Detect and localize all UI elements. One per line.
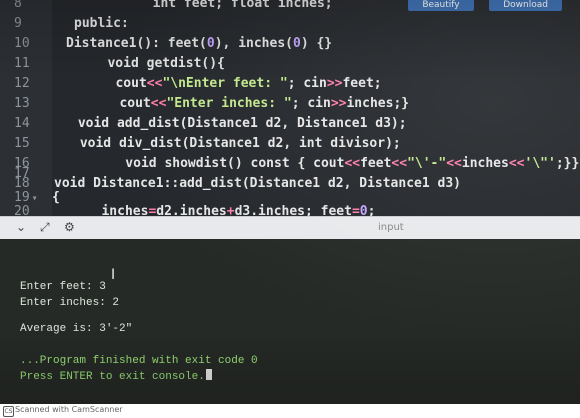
code-token: inches;} [346, 96, 410, 111]
line-number: 12 [14, 76, 30, 91]
code-token: ) {} [300, 36, 333, 51]
code-token: inches [78, 204, 149, 216]
line-number: 20 [14, 204, 30, 216]
line-number: 13 [14, 96, 30, 111]
line-number: 11 [14, 56, 30, 71]
code-token: ; [367, 204, 376, 216]
console-line: Average is: 3'-2" [20, 323, 133, 335]
code-token: 0 [293, 36, 301, 51]
code-token: d2.inches [156, 204, 227, 216]
code-token: >> [330, 96, 347, 111]
code-token: Distance1(): feet( [66, 36, 207, 51]
exit-prompt-text: Press ENTER to exit console. [20, 371, 205, 383]
code-token: ; cin [291, 96, 331, 111]
code-text: cout<<"Enter inches: "; cin>>inches;} [96, 94, 409, 114]
code-text: cout<<"\nEnter feet: "; cin>>feet; [92, 74, 382, 94]
line-number: 14 [14, 116, 30, 131]
scanner-watermark: Scanned with CamScanner [15, 405, 123, 414]
input-tab-label[interactable]: input [378, 222, 404, 233]
code-text: Distance1(): feet(0), inches(0) {} [66, 34, 332, 54]
code-token: >> [326, 76, 343, 91]
code-line[interactable]: 13 cout<<"Enter inches: "; cin>>inches;} [0, 94, 580, 114]
code-token: ), inches( [214, 36, 293, 51]
code-token: feet; [342, 76, 382, 91]
code-line[interactable]: 10 Distance1(): feet(0), inches(0) {} [0, 34, 580, 54]
code-line[interactable]: 12 cout<<"\nEnter feet: "; cin>>feet; [0, 74, 580, 94]
scanner-footer: CS Scanned with CamScanner [0, 404, 580, 418]
code-token: void div_dist(Distance1 d2, int divisor)… [72, 136, 401, 151]
code-token: d3.inches; feet [234, 204, 352, 216]
code-token: ; cin [287, 76, 327, 91]
code-token: void getdist(){ [84, 56, 225, 71]
code-line[interactable]: 11 void getdist(){ [0, 54, 580, 74]
screen: Beautify Download 8 int feet; float inch… [0, 0, 580, 418]
console-cursor [205, 369, 212, 380]
camscanner-logo-icon: CS [3, 406, 14, 417]
text-cursor-icon: I [111, 267, 116, 283]
code-token: << [146, 76, 163, 91]
code-text: void getdist(){ [84, 54, 225, 74]
code-token: cout [92, 76, 147, 91]
code-line[interactable]: 9 public: [0, 14, 580, 34]
code-token: void add_dist(Distance1 d2, Distance1 d3… [70, 116, 407, 131]
code-token: + [226, 204, 235, 216]
code-text: inches=d2.inches+d3.inches; feet=0; [78, 202, 375, 216]
code-text: void add_dist(Distance1 d2, Distance1 d3… [70, 114, 407, 134]
code-token: cout [96, 96, 151, 111]
line-number: 9 [14, 16, 22, 31]
console-line: Enter feet: 3 [20, 281, 106, 293]
code-line[interactable]: 14 void add_dist(Distance1 d2, Distance1… [0, 114, 580, 134]
console-line: Enter inches: 2 [20, 297, 120, 309]
line-number: 8 [14, 0, 22, 11]
settings-icon[interactable]: ⚙ [64, 220, 75, 234]
expand-icon[interactable]: ⤢ [40, 220, 50, 235]
code-token: = [351, 204, 360, 216]
code-editor[interactable]: Beautify Download 8 int feet; float inch… [0, 0, 580, 216]
code-text: public: [74, 14, 129, 34]
console-toolbar: ⌄ ⤢ ⚙ input [0, 216, 580, 240]
code-line[interactable]: 15 void div_dist(Distance1 d2, int divis… [0, 134, 580, 154]
code-line[interactable]: 20 inches=d2.inches+d3.inches; feet=0; [0, 202, 580, 216]
code-token: "\nEnter feet: " [162, 76, 288, 91]
console-line: Press ENTER to exit console. [20, 369, 212, 383]
line-number: 10 [14, 36, 30, 51]
code-text: int feet; float inches; [90, 0, 333, 14]
chevron-down-icon[interactable]: ⌄ [16, 220, 26, 234]
code-token: 0 [206, 36, 215, 51]
code-text: void div_dist(Distance1 d2, int divisor)… [72, 134, 401, 154]
line-number: 15 [14, 136, 30, 151]
output-console[interactable]: I Enter feet: 3 Enter inches: 2 Average … [0, 239, 580, 404]
code-token: << [150, 96, 167, 111]
code-line[interactable]: 8 int feet; float inches; [0, 0, 580, 14]
code-token: "Enter inches: " [166, 96, 292, 111]
code-token: int feet; float inches; [90, 0, 333, 11]
code-token: public: [74, 16, 129, 31]
code-token: 0 [359, 204, 368, 216]
console-line: ...Program finished with exit code 0 [20, 355, 258, 367]
